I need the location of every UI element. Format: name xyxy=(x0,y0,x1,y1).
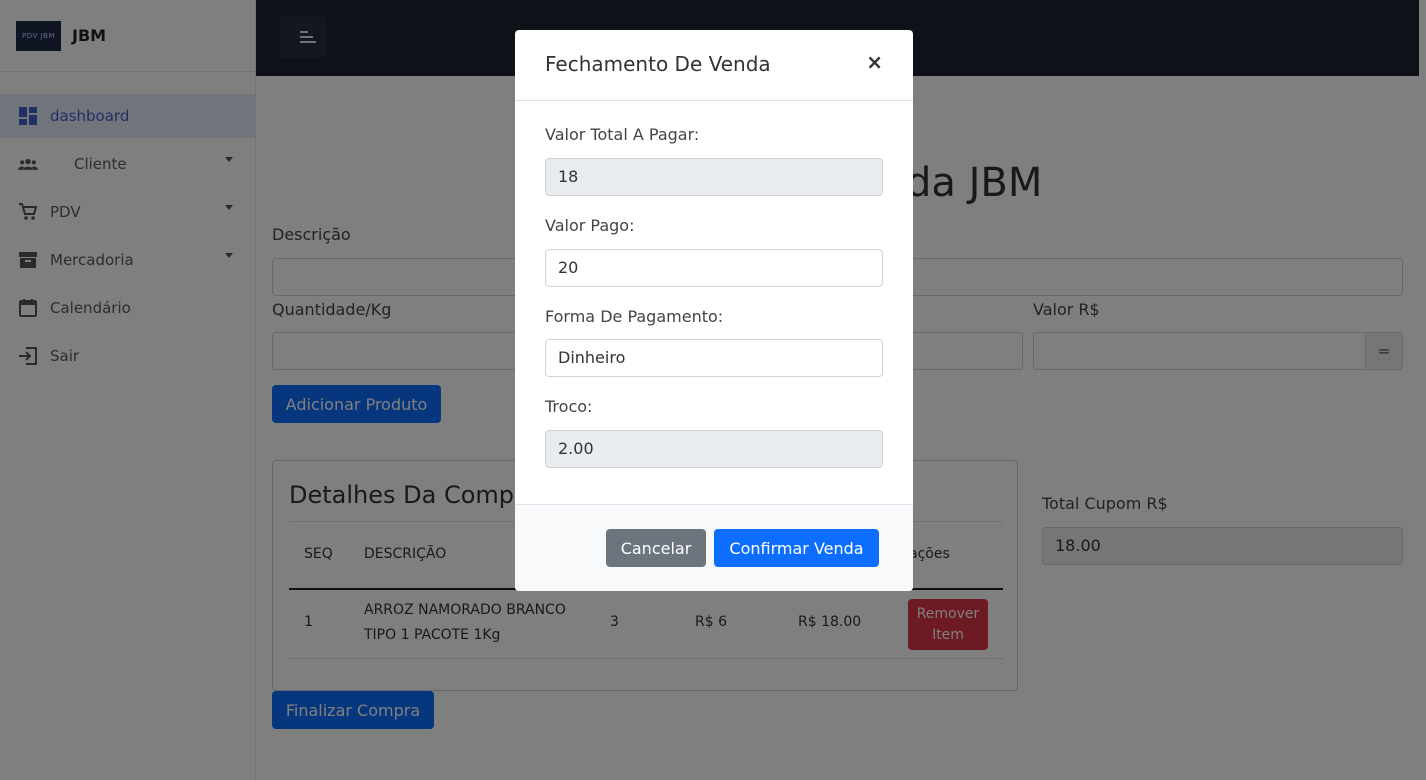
modal-footer: Cancelar Confirmar Venda xyxy=(515,504,913,591)
modal-header: Fechamento De Venda × xyxy=(515,30,913,101)
troco-label: Troco: xyxy=(545,397,593,416)
forma-pagamento-label: Forma De Pagamento: xyxy=(545,307,724,326)
forma-pagamento-select[interactable]: Dinheiro xyxy=(545,339,883,377)
close-icon[interactable]: × xyxy=(866,50,883,74)
valor-pago-input[interactable]: 20 xyxy=(545,249,883,287)
total-field[interactable]: 18 xyxy=(545,158,883,196)
total-label: Valor Total A Pagar: xyxy=(545,125,700,144)
cancel-button[interactable]: Cancelar xyxy=(606,529,706,567)
valor-pago-label: Valor Pago: xyxy=(545,216,635,235)
sale-closing-modal: Fechamento De Venda × Valor Total A Paga… xyxy=(515,30,913,591)
confirm-sale-button[interactable]: Confirmar Venda xyxy=(714,529,879,567)
troco-field[interactable]: 2.00 xyxy=(545,430,883,468)
modal-title: Fechamento De Venda xyxy=(545,52,771,76)
